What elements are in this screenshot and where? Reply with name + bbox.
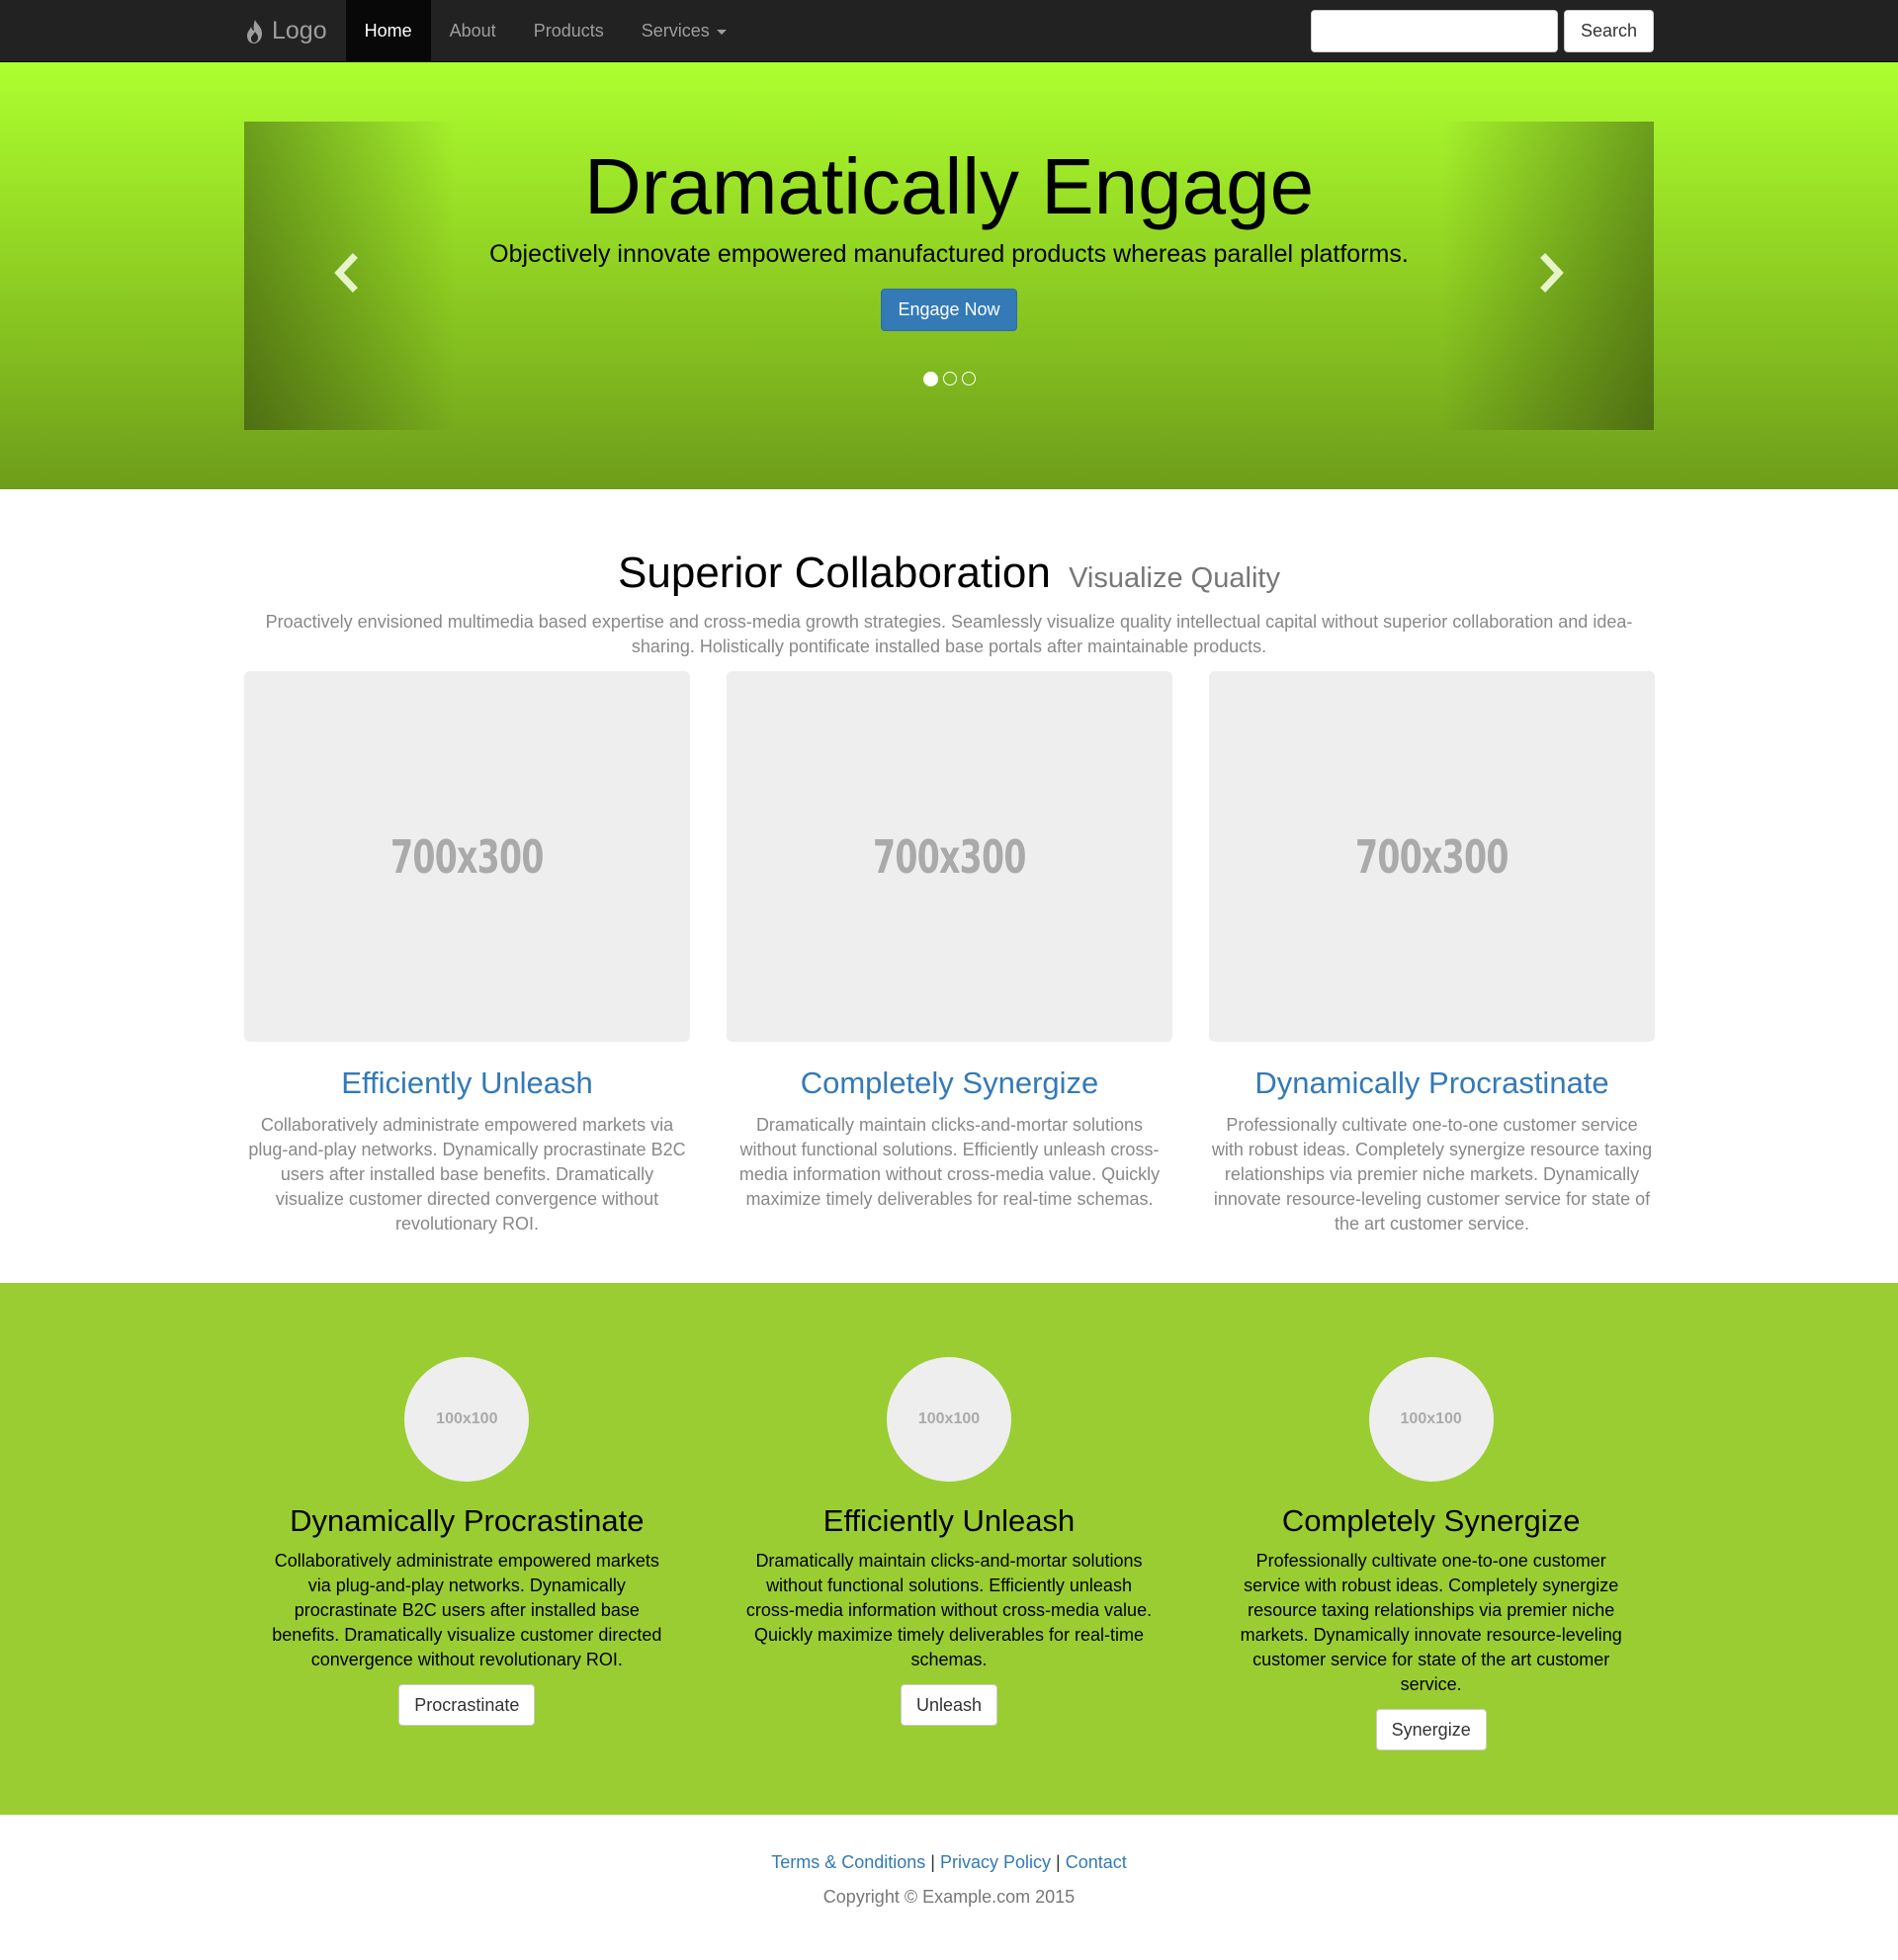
feature-card: 700x300 Efficiently Unleash Collaborativ… (244, 671, 690, 1236)
hero-subtitle: Objectively innovate empowered manufactu… (489, 240, 1409, 268)
image-placeholder: 700x300 (244, 671, 690, 1042)
procrastinate-button[interactable]: Procrastinate (398, 1684, 536, 1726)
service-column: 100x100 Efficiently Unleash Dramatically… (727, 1357, 1172, 1750)
nav-services-label: Services (641, 21, 710, 41)
feature-card: 700x300 Completely Synergize Dramaticall… (727, 671, 1172, 1236)
service-text: Professionally cultivate one-to-one cust… (1240, 1551, 1622, 1694)
feature-card-text: Collaboratively administrate empowered m… (248, 1115, 686, 1234)
synergize-button[interactable]: Synergize (1375, 1709, 1487, 1750)
nav-about[interactable]: About (431, 0, 515, 62)
service-text: Dramatically maintain clicks-and-mortar … (745, 1551, 1153, 1669)
hero-title: Dramatically Engage (583, 142, 1315, 230)
services-section: 100x100 Dynamically Procrastinate Collab… (0, 1283, 1898, 1815)
service-title: Efficiently Unleash (822, 1503, 1076, 1538)
footer-separator: | (930, 1852, 935, 1872)
privacy-link[interactable]: Privacy Policy (940, 1852, 1051, 1872)
unleash-button[interactable]: Unleash (900, 1684, 998, 1726)
carousel-indicator[interactable] (961, 372, 976, 385)
copyright: Copyright © Example.com 2015 (822, 1887, 1076, 1907)
footer-separator: | (1056, 1852, 1061, 1872)
carousel-indicator[interactable] (942, 372, 957, 385)
service-title: Dynamically Procrastinate (290, 1503, 645, 1538)
footer-links: Terms & Conditions | Privacy Policy | Co… (0, 1852, 1898, 1873)
image-placeholder-label: 700x300 (873, 829, 1026, 884)
footer: Terms & Conditions | Privacy Policy | Co… (0, 1815, 1898, 1908)
feature-card: 700x300 Dynamically Procrastinate Profes… (1209, 671, 1655, 1236)
search-form: Search (1310, 10, 1654, 52)
carousel-indicator[interactable] (922, 372, 938, 386)
main-nav: Home About Products Services (345, 0, 745, 62)
image-placeholder-label: 700x300 (1355, 829, 1509, 884)
search-button[interactable]: Search (1563, 10, 1654, 52)
brand-logo[interactable]: Logo (244, 0, 346, 62)
service-text: Collaboratively administrate empowered m… (272, 1551, 662, 1669)
carousel-indicators (244, 372, 1654, 386)
contact-link[interactable]: Contact (1066, 1852, 1127, 1872)
carousel-caption: Dramatically Engage Objectively innovate… (244, 143, 1654, 331)
brand-label: Logo (272, 17, 327, 44)
avatar-placeholder: 100x100 (887, 1357, 1011, 1482)
image-placeholder-label: 700x300 (390, 829, 544, 884)
service-column: 100x100 Dynamically Procrastinate Collab… (244, 1357, 690, 1750)
service-title: Completely Synergize (1281, 1503, 1581, 1538)
feature-card-title[interactable]: Efficiently Unleash (244, 1065, 690, 1101)
hero-carousel: Dramatically Engage Objectively innovate… (244, 122, 1654, 430)
image-placeholder: 700x300 (1209, 671, 1655, 1042)
service-column: 100x100 Completely Synergize Professiona… (1208, 1357, 1654, 1750)
flame-icon (247, 19, 262, 43)
feature-card-title[interactable]: Completely Synergize (727, 1065, 1172, 1101)
feature-card-text: Professionally cultivate one-to-one cust… (1211, 1115, 1653, 1234)
features-lead: Proactively envisioned multimedia based … (265, 612, 1633, 656)
engage-now-button[interactable]: Engage Now (881, 289, 1017, 331)
image-placeholder: 700x300 (727, 671, 1172, 1042)
avatar-placeholder: 100x100 (404, 1357, 530, 1482)
nav-products[interactable]: Products (515, 0, 623, 62)
search-input[interactable] (1310, 10, 1558, 52)
features-section: Superior Collaboration Visualize Quality… (0, 489, 1898, 1283)
features-heading-small: Visualize Quality (1069, 562, 1280, 594)
nav-services-dropdown[interactable]: Services (623, 0, 745, 62)
features-heading: Superior Collaboration Visualize Quality (244, 549, 1654, 598)
navbar: Logo Home About Products Services Search (0, 0, 1898, 62)
terms-link[interactable]: Terms & Conditions (771, 1852, 925, 1872)
nav-home[interactable]: Home (345, 0, 431, 62)
feature-card-title[interactable]: Dynamically Procrastinate (1209, 1065, 1655, 1101)
caret-down-icon (716, 30, 727, 35)
feature-cards: 700x300 Efficiently Unleash Collaborativ… (244, 671, 1655, 1236)
features-heading-text: Superior Collaboration (618, 549, 1051, 597)
feature-card-text: Dramatically maintain clicks-and-mortar … (738, 1115, 1161, 1209)
avatar-placeholder: 100x100 (1368, 1357, 1494, 1482)
hero-section: Dramatically Engage Objectively innovate… (0, 62, 1898, 489)
